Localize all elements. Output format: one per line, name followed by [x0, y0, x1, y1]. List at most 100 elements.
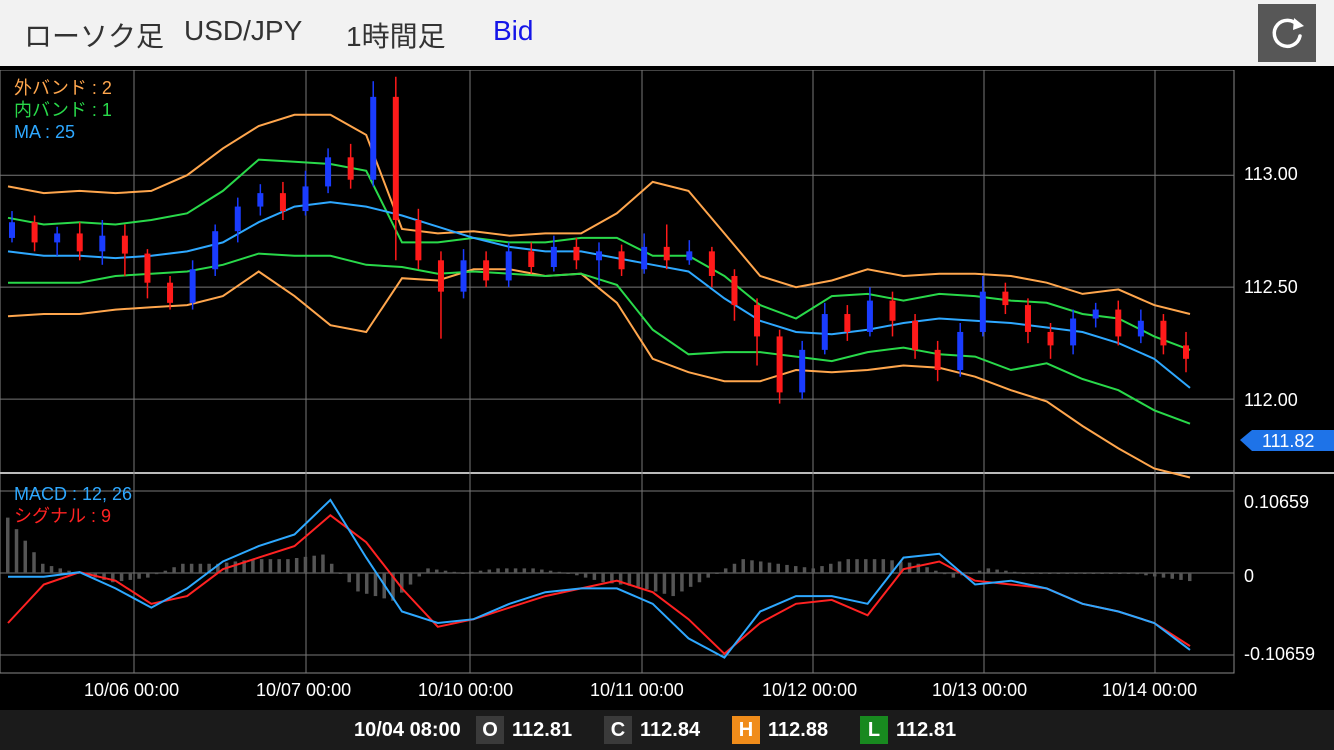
macd-histogram-bar — [820, 566, 824, 573]
macd-histogram-bar — [373, 573, 378, 597]
refresh-icon — [1272, 18, 1304, 49]
macd-histogram-bar — [767, 562, 772, 573]
macd-histogram-bar — [723, 568, 728, 573]
candle-body — [731, 275, 738, 306]
macd-histogram-bar — [706, 573, 710, 578]
macd-histogram-bar — [732, 563, 737, 573]
candle-body — [121, 235, 128, 254]
macd-histogram-bar — [452, 571, 457, 573]
candle-body — [1047, 331, 1054, 346]
candle — [776, 329, 783, 404]
macd-histogram-bar — [513, 568, 518, 573]
macd-histogram-bar — [303, 556, 308, 573]
time-tick-1013: 10/13 00:00 — [932, 680, 1027, 700]
macd-histogram-bar — [934, 570, 938, 573]
chart-type-label[interactable]: ローソク足 — [24, 15, 164, 55]
macd-histogram-bar — [855, 559, 859, 573]
macd-histogram-bar — [1100, 573, 1104, 574]
candle-body — [708, 251, 715, 276]
macd-histogram-bar — [1109, 573, 1113, 574]
macd-histogram-bar — [969, 573, 973, 574]
candle — [618, 244, 625, 276]
candle-body — [1070, 318, 1077, 346]
macd-histogram-bar — [662, 573, 667, 594]
candle — [144, 249, 151, 299]
open-value: 112.81 — [512, 719, 573, 741]
candle-body — [31, 222, 38, 243]
signal-line — [7, 514, 1191, 656]
macd-histogram-bar — [794, 566, 798, 573]
macd-histogram-bar — [583, 573, 588, 578]
candle-body — [754, 305, 761, 337]
macd-histogram-bar — [259, 559, 264, 573]
macd-histogram-bar — [347, 573, 351, 583]
macd-histogram-bar — [575, 573, 579, 576]
candle — [31, 215, 38, 252]
candle-body — [596, 251, 602, 261]
macd-histogram-bar — [566, 573, 570, 574]
macd-histogram-bar — [522, 568, 527, 573]
open-badge: O — [476, 716, 504, 744]
candle-body — [889, 300, 896, 321]
high-value: 112.88 — [768, 719, 829, 741]
macd-histogram-bar — [1117, 573, 1122, 574]
timeframe-label[interactable]: 1時間足 — [346, 15, 446, 55]
macd-histogram-bar — [1074, 573, 1078, 574]
macd-histogram-bar — [58, 568, 63, 573]
macd-line — [8, 498, 1191, 659]
macd-histogram-bar — [6, 517, 10, 573]
candle — [437, 251, 444, 339]
price-tick-1125: 112.50 — [1244, 277, 1298, 297]
candle — [754, 298, 761, 366]
macd-histogram-bar — [1152, 573, 1157, 577]
macd-histogram-bar — [697, 573, 702, 583]
refresh-button[interactable] — [1258, 4, 1316, 62]
macd-histogram-bar — [32, 552, 36, 573]
candle — [257, 184, 264, 216]
macd-histogram-bar — [741, 559, 745, 573]
current-price-label: 111.82 — [1262, 431, 1314, 451]
time-tick-1011: 10/11 00:00 — [590, 680, 684, 700]
low-value: 112.81 — [896, 719, 957, 741]
macd-histogram-bar — [802, 567, 807, 573]
macd-histogram-bar — [1179, 573, 1183, 580]
macd-histogram-bar — [163, 570, 168, 573]
price-tick-112: 112.00 — [1244, 390, 1298, 410]
candle — [528, 242, 535, 274]
macd-histogram-bar — [776, 563, 780, 573]
price-type-label[interactable]: Bid — [493, 15, 533, 47]
candle-body — [550, 246, 557, 268]
macd-histogram-bar — [119, 573, 124, 582]
chart-area[interactable]: 外バンド : 2 内バンド : 1 MA : 25 MACD : 12, 26 … — [0, 70, 1334, 710]
macd-histogram-bar — [715, 573, 719, 574]
currency-pair-label[interactable]: USD/JPY — [184, 15, 302, 47]
candle-body — [76, 233, 83, 252]
macd-histogram-bar — [977, 570, 982, 573]
macd-histogram-bar — [329, 563, 334, 573]
macd-histogram-bar — [364, 573, 369, 594]
candle-body — [844, 314, 851, 332]
macd-histogram-bar — [837, 561, 842, 573]
macd-histogram-bar — [592, 573, 597, 580]
candle-body — [437, 260, 444, 292]
candle — [573, 237, 580, 270]
macd-histogram-bar — [286, 559, 290, 573]
candle — [708, 246, 715, 288]
candle-body — [325, 157, 332, 187]
macd-histogram-bar — [435, 569, 439, 573]
macd-histogram-bar — [470, 571, 474, 573]
macd-histogram-bar — [23, 540, 28, 573]
macd-histogram-bar — [251, 559, 255, 573]
macd-histogram-bar — [154, 573, 159, 575]
macd-tick-top: 0.10659 — [1244, 492, 1309, 512]
candlestick-chart[interactable]: 外バンド : 2 内バンド : 1 MA : 25 MACD : 12, 26 … — [0, 70, 1334, 710]
macd-histogram-bar — [1126, 573, 1131, 574]
candle — [1024, 298, 1031, 344]
candle — [1115, 300, 1122, 346]
candle-body — [1092, 309, 1099, 319]
macd-histogram-bar — [172, 567, 176, 573]
macd-histogram-bar — [14, 529, 19, 573]
macd-histogram-bar — [417, 573, 422, 577]
macd-tick-bottom: -0.10659 — [1244, 644, 1315, 664]
macd-histogram-bar — [531, 568, 535, 573]
